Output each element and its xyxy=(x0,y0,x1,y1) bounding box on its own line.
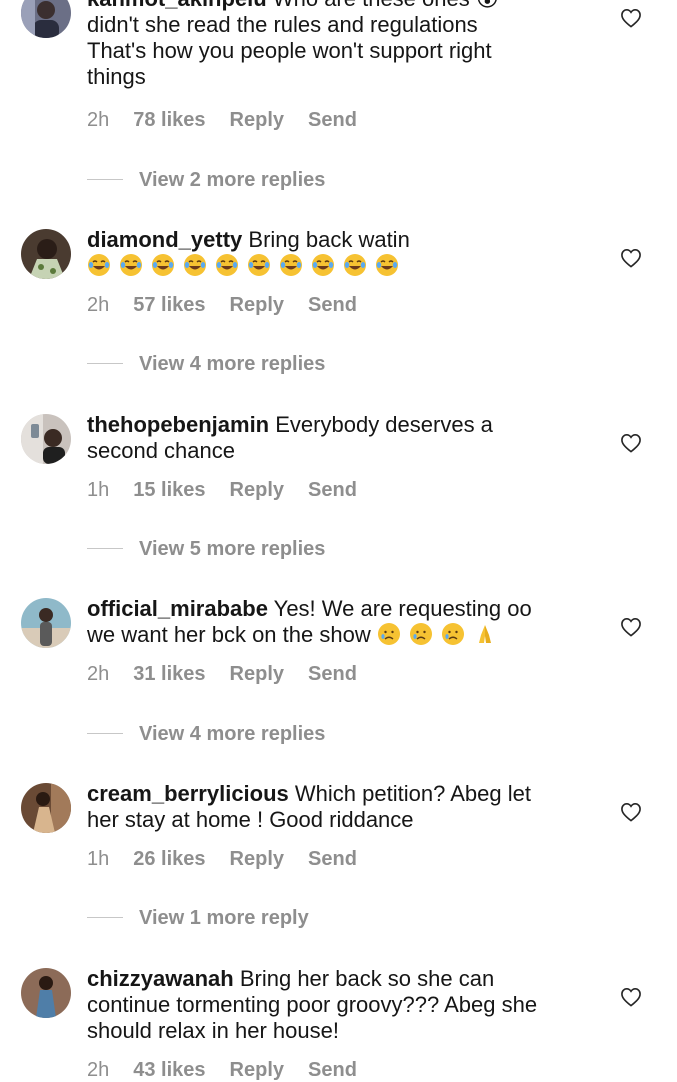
replies-divider xyxy=(87,548,123,549)
reply-button[interactable]: Reply xyxy=(230,663,284,685)
comment-meta: 1h 26 likes Reply Send xyxy=(87,847,381,871)
reply-button[interactable]: Reply xyxy=(230,294,284,316)
view-replies-label: View 5 more replies xyxy=(139,538,326,560)
comment-likes[interactable]: 57 likes xyxy=(133,294,205,316)
crying-emoji xyxy=(409,623,432,645)
comment-username[interactable]: diamond_yetty xyxy=(87,227,242,252)
view-replies-label: View 4 more replies xyxy=(139,353,326,375)
send-button[interactable]: Send xyxy=(308,848,357,870)
joy-emoji xyxy=(216,254,238,276)
heart-outline-icon[interactable] xyxy=(620,8,642,28)
avatar[interactable] xyxy=(21,783,71,833)
comment-time: 2h xyxy=(87,109,110,131)
comment-body: cream_berrylicious Which petition? Abeg … xyxy=(87,781,587,833)
comment-meta: 2h 43 likes Reply Send xyxy=(87,1058,381,1082)
comment-username[interactable]: thehopebenjamin xyxy=(87,412,269,437)
comment-username[interactable]: kahmot_akinpelu xyxy=(87,0,267,11)
comment-username[interactable]: official_mirababe xyxy=(87,596,268,621)
replies-divider xyxy=(87,363,123,364)
view-replies-label: View 4 more replies xyxy=(139,723,326,745)
reply-button[interactable]: Reply xyxy=(230,848,284,870)
comment-meta: 2h 57 likes Reply Send xyxy=(87,293,381,317)
replies-divider xyxy=(87,917,123,918)
comment-text: Bring back watin xyxy=(248,227,410,252)
avatar[interactable] xyxy=(21,968,71,1018)
reply-button[interactable]: Reply xyxy=(230,1059,284,1081)
avatar[interactable] xyxy=(21,598,71,648)
joy-emoji xyxy=(344,254,366,276)
comment-body: thehopebenjamin Everybody deserves a sec… xyxy=(87,412,587,464)
comment-username[interactable]: chizzyawanah xyxy=(87,966,234,991)
heart-outline-icon[interactable] xyxy=(620,987,642,1007)
comment-likes[interactable]: 43 likes xyxy=(133,1059,205,1081)
comment-body: official_mirababe Yes! We are requesting… xyxy=(87,596,587,648)
heart-outline-icon[interactable] xyxy=(620,617,642,637)
comments-feed: kahmot_akinpelu Who are these ones 😮 did… xyxy=(0,0,677,1082)
replies-divider xyxy=(87,733,123,734)
view-replies-label: View 2 more replies xyxy=(139,169,326,191)
joy-emoji xyxy=(248,254,270,276)
reply-button[interactable]: Reply xyxy=(230,479,284,501)
joy-emoji xyxy=(376,254,398,276)
send-button[interactable]: Send xyxy=(308,109,357,131)
comment-time: 1h xyxy=(87,848,110,870)
heart-outline-icon[interactable] xyxy=(620,248,642,268)
comment-meta: 2h 31 likes Reply Send xyxy=(87,662,381,686)
comment-username[interactable]: cream_berrylicious xyxy=(87,781,289,806)
replies-divider xyxy=(87,179,123,180)
joy-emoji xyxy=(152,254,174,276)
crying-emoji xyxy=(377,623,400,645)
joy-emoji xyxy=(88,254,110,276)
comment-text: Who are these ones 😮 didn't she read the… xyxy=(87,0,499,89)
comment-likes[interactable]: 26 likes xyxy=(133,848,205,870)
send-button[interactable]: Send xyxy=(308,1059,357,1081)
view-replies-label: View 1 more reply xyxy=(139,907,309,929)
comment-time: 2h xyxy=(87,663,110,685)
heart-outline-icon[interactable] xyxy=(620,802,642,822)
crying-emoji xyxy=(441,623,464,645)
heart-outline-icon[interactable] xyxy=(620,433,642,453)
emoji-group xyxy=(377,622,505,647)
joy-emoji xyxy=(120,254,142,276)
joy-emoji xyxy=(184,254,206,276)
comment-body: chizzyawanah Bring her back so she can c… xyxy=(87,966,587,1044)
avatar[interactable] xyxy=(21,0,71,38)
folded-hands-emoji xyxy=(478,625,491,643)
send-button[interactable]: Send xyxy=(308,663,357,685)
comment-body: kahmot_akinpelu Who are these ones 😮 did… xyxy=(87,0,587,90)
send-button[interactable]: Send xyxy=(308,294,357,316)
comment-time: 2h xyxy=(87,294,110,316)
comment-time: 2h xyxy=(87,1059,110,1081)
comment-time: 1h xyxy=(87,479,110,501)
comment-meta: 1h 15 likes Reply Send xyxy=(87,478,381,502)
avatar[interactable] xyxy=(21,414,71,464)
comment-likes[interactable]: 78 likes xyxy=(133,109,205,131)
comment-likes[interactable]: 15 likes xyxy=(133,479,205,501)
joy-emoji xyxy=(312,254,334,276)
avatar[interactable] xyxy=(21,229,71,279)
comment-likes[interactable]: 31 likes xyxy=(133,663,205,685)
reply-button[interactable]: Reply xyxy=(230,109,284,131)
send-button[interactable]: Send xyxy=(308,479,357,501)
emoji-group xyxy=(87,253,407,278)
joy-emoji xyxy=(280,254,302,276)
comment-meta: 2h 78 likes Reply Send xyxy=(87,108,381,132)
comment-body: diamond_yetty Bring back watin xyxy=(87,227,587,279)
